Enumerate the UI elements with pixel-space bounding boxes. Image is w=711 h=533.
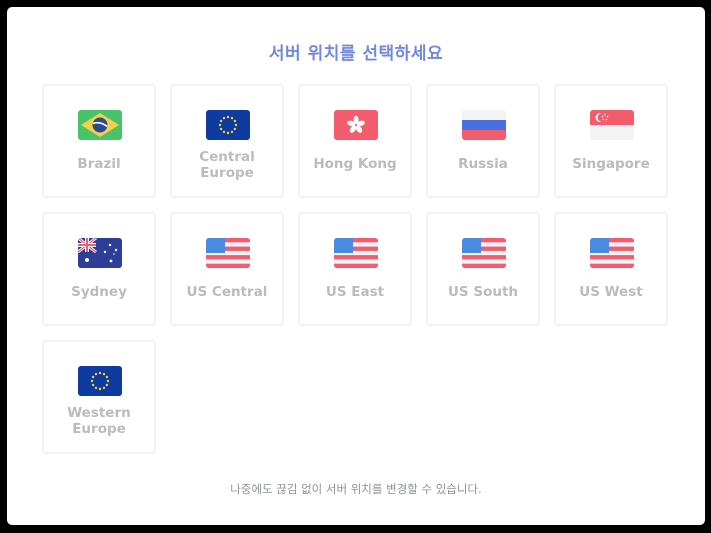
- region-label: Brazil: [77, 156, 121, 172]
- modal-title: 서버 위치를 선택하세요: [268, 44, 444, 64]
- region-card-us-west[interactable]: US West: [554, 212, 668, 326]
- us-flag-icon: [590, 238, 634, 268]
- region-card-brazil[interactable]: Brazil: [42, 84, 156, 198]
- region-label: Sydney: [71, 284, 127, 300]
- russia-flag-icon: [462, 110, 506, 140]
- region-label: US Central: [186, 284, 268, 300]
- region-label: US West: [579, 284, 643, 300]
- singapore-flag-icon: [590, 110, 634, 140]
- brazil-flag-icon: [78, 110, 122, 140]
- us-flag-icon: [206, 238, 250, 268]
- region-label: US South: [447, 284, 519, 300]
- us-flag-icon: [462, 238, 506, 268]
- region-card-sydney[interactable]: Sydney: [42, 212, 156, 326]
- region-label: Russia: [458, 156, 508, 172]
- region-grid: Brazil Central Europe Hong Kong Russia S…: [42, 84, 668, 454]
- region-card-hong-kong[interactable]: Hong Kong: [298, 84, 412, 198]
- australia-flag-icon: [78, 238, 122, 268]
- region-card-western-europe[interactable]: Western Europe: [42, 340, 156, 454]
- region-card-central-europe[interactable]: Central Europe: [170, 84, 284, 198]
- region-card-singapore[interactable]: Singapore: [554, 84, 668, 198]
- eu-flag-icon: [206, 110, 250, 140]
- region-label: US East: [325, 284, 385, 300]
- server-region-modal: 서버 위치를 선택하세요 Brazil Central Europe Hong …: [7, 7, 705, 525]
- region-label: Central Europe: [199, 149, 255, 181]
- hong-kong-flag-icon: [334, 110, 378, 140]
- region-label: Western Europe: [67, 405, 131, 437]
- region-card-us-central[interactable]: US Central: [170, 212, 284, 326]
- region-card-us-east[interactable]: US East: [298, 212, 412, 326]
- eu-flag-icon: [78, 366, 122, 396]
- modal-footer-hint: 나중에도 끊김 없이 서버 위치를 변경할 수 있습니다.: [230, 482, 482, 496]
- region-label: Hong Kong: [313, 156, 397, 172]
- region-label: Singapore: [572, 156, 650, 172]
- region-card-russia[interactable]: Russia: [426, 84, 540, 198]
- us-flag-icon: [334, 238, 378, 268]
- region-card-us-south[interactable]: US South: [426, 212, 540, 326]
